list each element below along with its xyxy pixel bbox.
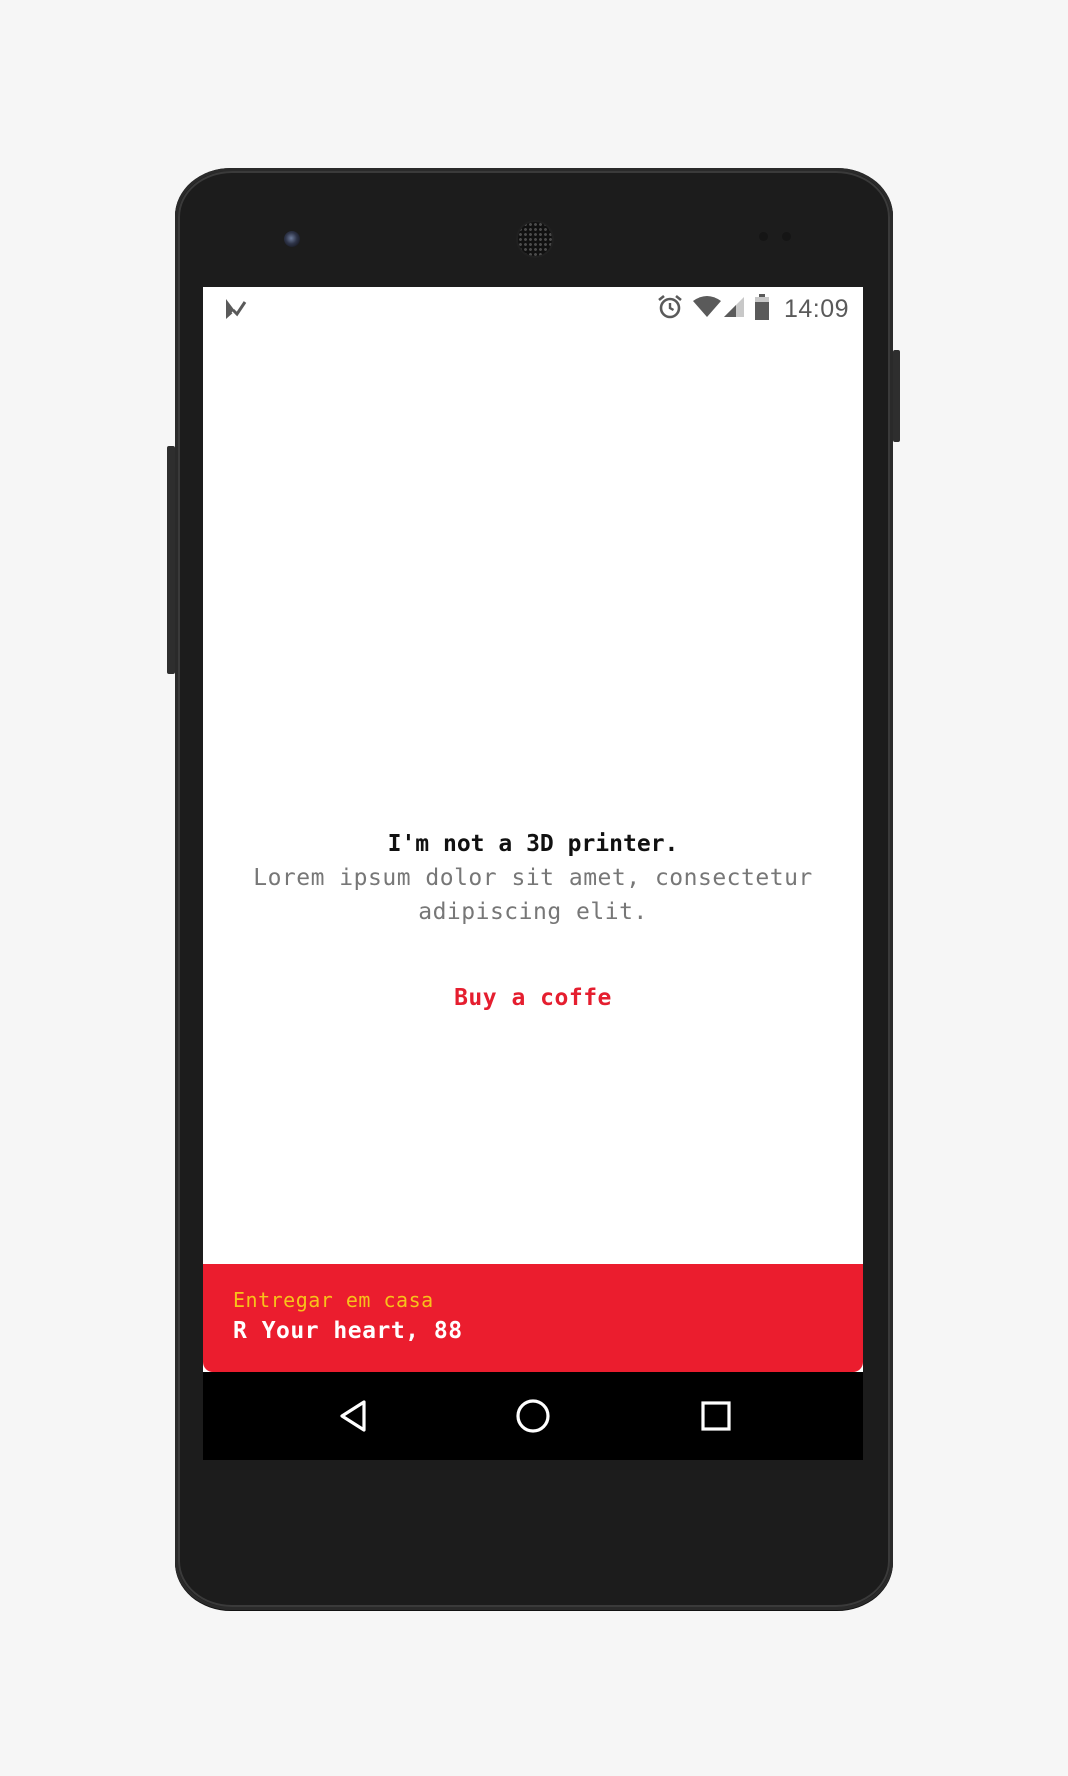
status-bar: 14:09 — [203, 287, 863, 331]
wifi-icon — [692, 295, 722, 323]
signal-icon — [722, 295, 746, 323]
front-camera — [284, 231, 300, 247]
notification-icon — [223, 297, 247, 321]
proximity-sensor — [759, 232, 768, 241]
screen: 14:09 I'm not a 3D printer. Lorem ipsum … — [203, 287, 863, 1460]
buy-coffee-button[interactable]: Buy a coffe — [454, 985, 612, 1011]
battery-icon — [754, 294, 770, 324]
light-sensor — [782, 232, 791, 241]
description: Lorem ipsum dolor sit amet, consectetur … — [253, 865, 813, 925]
recents-icon[interactable] — [688, 1388, 744, 1444]
earpiece-speaker — [518, 222, 552, 256]
headline: I'm not a 3D printer. — [387, 831, 679, 857]
delivery-label: Entregar em casa — [233, 1288, 434, 1312]
delivery-banner[interactable]: Entregar em casa R Your heart, 88 — [203, 1264, 863, 1372]
home-icon[interactable] — [505, 1388, 561, 1444]
alarm-icon — [656, 293, 684, 325]
power-button — [893, 350, 900, 442]
status-icons: 14:09 — [656, 293, 849, 325]
status-clock: 14:09 — [783, 294, 849, 323]
navigation-bar — [203, 1372, 863, 1460]
back-icon[interactable] — [325, 1388, 381, 1444]
delivery-address: R Your heart, 88 — [233, 1318, 463, 1344]
volume-button — [167, 446, 175, 674]
main-content: I'm not a 3D printer. Lorem ipsum dolor … — [203, 827, 863, 1011]
